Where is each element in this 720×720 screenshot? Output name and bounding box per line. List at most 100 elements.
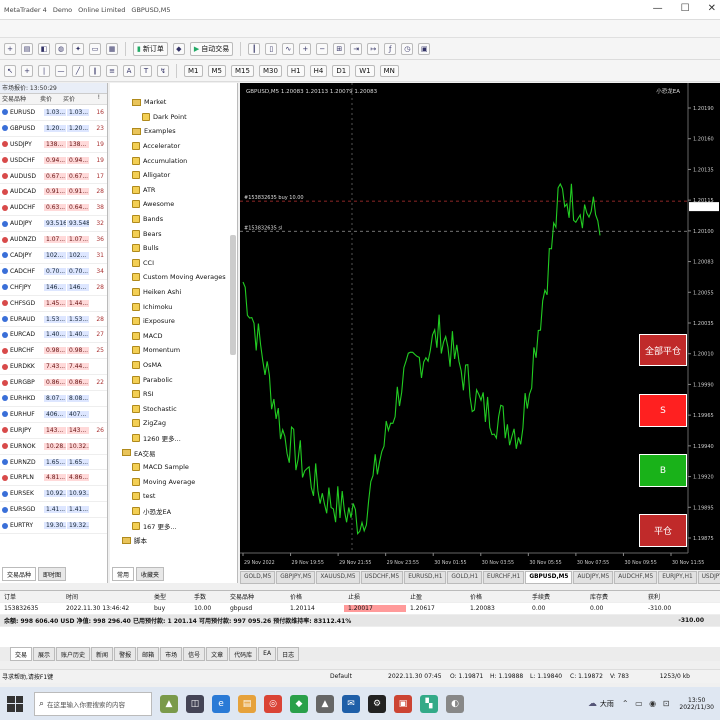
terminal-column-header[interactable]: 价格: [466, 592, 528, 601]
market-watch-row[interactable]: EURTRY 19.30...19.32...: [0, 518, 107, 535]
chart-tab[interactable]: EURUSD,H1: [404, 571, 447, 584]
navigator-item[interactable]: Accelerator: [110, 139, 237, 154]
terminal-icon[interactable]: ▭: [89, 42, 101, 55]
terminal-tab[interactable]: 市场: [160, 647, 183, 661]
close-button[interactable]: ✕: [708, 3, 716, 14]
app-icon-3[interactable]: ✉: [342, 694, 360, 713]
market-watch-row[interactable]: EURCHF 0.98... 0.98... 25: [0, 343, 107, 360]
terminal-column-header[interactable]: 手数: [190, 592, 226, 601]
chart-tab[interactable]: GOLD,H1: [447, 571, 483, 584]
profiles-icon[interactable]: ▤: [21, 42, 33, 55]
period-mn[interactable]: MN: [379, 64, 399, 77]
navigator-item[interactable]: iExposure: [110, 314, 237, 329]
zoom-out-icon[interactable]: −: [316, 42, 329, 55]
chart-tab[interactable]: GBPJPY,M5: [276, 571, 316, 584]
terminal-column-header[interactable]: 类型: [150, 592, 190, 601]
taskbar-search[interactable]: ⌕ 在这里输入你要搜索的内容: [34, 691, 152, 716]
tab-common[interactable]: 常用: [112, 567, 135, 581]
weather-widget[interactable]: ☁ 大雨: [588, 699, 614, 709]
terminal-column-header[interactable]: 交易品种: [226, 592, 286, 601]
navigator-item[interactable]: OsMA: [110, 358, 237, 373]
task-view-icon[interactable]: ◫: [186, 694, 204, 713]
terminal-column-header[interactable]: 止盈: [406, 592, 466, 601]
market-watch-row[interactable]: AUDCHF 0.63... 0.64... 38: [0, 200, 107, 217]
navigator-item[interactable]: test: [110, 489, 237, 504]
sell-button[interactable]: S: [639, 394, 687, 427]
tab-favorites[interactable]: 收藏夹: [136, 567, 165, 581]
new-order-button[interactable]: ▮ 新订单: [133, 41, 168, 56]
cursor-icon[interactable]: ↖: [4, 64, 16, 77]
minimize-button[interactable]: —: [653, 3, 663, 14]
app-icon-6[interactable]: ◐: [446, 694, 464, 713]
fibo-icon[interactable]: ≡: [106, 64, 118, 77]
tile-icon[interactable]: ⊞: [333, 42, 346, 55]
navigator-folder[interactable]: 脚本: [110, 533, 237, 548]
terminal-tab[interactable]: 信号: [183, 647, 206, 661]
market-watch-row[interactable]: CHFJPY 146... 146... 28: [0, 280, 107, 296]
market-watch-row[interactable]: CHFSGD 1.45... 1.44...: [0, 296, 107, 312]
autoscroll-icon[interactable]: ⇥: [350, 42, 363, 55]
navigator-scrollbar[interactable]: [230, 235, 236, 355]
explorer-icon[interactable]: ▤: [238, 694, 256, 713]
navigator-item[interactable]: Parabolic: [110, 372, 237, 387]
terminal-column-header[interactable]: 时间: [62, 592, 150, 601]
column-bid[interactable]: 卖价: [40, 94, 63, 104]
terminal-column-header[interactable]: 订单: [0, 592, 62, 601]
metatrader-icon[interactable]: ▚: [420, 694, 438, 713]
new-chart-icon[interactable]: +: [4, 42, 16, 55]
edge-icon[interactable]: e: [212, 694, 230, 713]
navigator-item[interactable]: Moving Average: [110, 474, 237, 489]
app-icon-5[interactable]: ▣: [394, 694, 412, 713]
arrows-icon[interactable]: ↯: [157, 64, 169, 77]
navigator-item[interactable]: ATR: [110, 183, 237, 198]
tab-ticks[interactable]: 即时图: [38, 567, 67, 581]
navigator-item[interactable]: Ichimoku: [110, 299, 237, 314]
market-watch-row[interactable]: EURPLN 4.81... 4.86...: [0, 470, 107, 487]
period-d1[interactable]: D1: [332, 64, 351, 77]
column-symbol[interactable]: 交易品种: [0, 94, 40, 104]
navigator-folder[interactable]: Examples: [110, 124, 237, 139]
period-h1[interactable]: H1: [286, 64, 305, 77]
market-watch-row[interactable]: EURHUF 406... 407...: [0, 407, 107, 423]
start-icon[interactable]: [4, 693, 26, 715]
flat-button[interactable]: 平仓: [639, 514, 687, 547]
period-h4[interactable]: H4: [309, 64, 328, 77]
market-watch-row[interactable]: EURSGD 1.41... 1.41...: [0, 502, 107, 519]
navigator-item[interactable]: Dark Point: [110, 110, 237, 125]
navigator-item[interactable]: RSI: [110, 387, 237, 402]
market-watch-row[interactable]: EURCAD 1.40... 1.40... 27: [0, 327, 107, 344]
trendline-icon[interactable]: ╱: [72, 64, 84, 77]
zoom-in-icon[interactable]: +: [299, 42, 312, 55]
horizontal-line-icon[interactable]: —: [55, 64, 67, 77]
terminal-tab[interactable]: 邮箱: [137, 647, 160, 661]
data-window-icon[interactable]: ◍: [55, 42, 67, 55]
market-watch-row[interactable]: AUDJPY 93.516 93.548 32: [0, 216, 107, 233]
navigator-folder[interactable]: Market: [110, 95, 237, 110]
terminal-tab[interactable]: 展示: [33, 647, 56, 661]
chrome-icon[interactable]: ◎: [264, 694, 282, 713]
period-m30[interactable]: M30: [258, 64, 282, 77]
bar-chart-icon[interactable]: ┃: [248, 42, 261, 55]
menu-bar[interactable]: [0, 20, 720, 38]
navigator-item[interactable]: MACD: [110, 329, 237, 344]
price-chart[interactable]: GBPUSD,M5 1.20083 1.20113 1.20079 1.2008…: [240, 83, 720, 570]
market-watch-row[interactable]: EURNZD 1.65... 1.65...: [0, 455, 107, 471]
navigator-folder[interactable]: EA交易: [110, 445, 237, 460]
autotrade-button[interactable]: ▶ 自动交易: [189, 41, 234, 56]
shift-icon[interactable]: ↦: [367, 42, 380, 55]
column-ask[interactable]: 买价: [63, 94, 86, 104]
indicators-icon[interactable]: ƒ: [384, 42, 397, 55]
terminal-tab[interactable]: 文章: [206, 647, 229, 661]
templates-icon[interactable]: ▣: [418, 42, 431, 55]
navigator-item[interactable]: Bulls: [110, 241, 237, 256]
market-watch-row[interactable]: AUDCAD 0.91... 0.91... 28: [0, 184, 107, 201]
market-watch-icon[interactable]: ◧: [38, 42, 50, 55]
clock[interactable]: 13:50 2022/11/30: [679, 697, 714, 711]
tester-icon[interactable]: ▦: [106, 42, 118, 55]
terminal-tab[interactable]: 交易: [10, 647, 33, 661]
text-icon[interactable]: A: [123, 64, 135, 77]
app-icon-1[interactable]: ◆: [290, 694, 308, 713]
market-watch-row[interactable]: EURGBP 0.86... 0.86... 22: [0, 375, 107, 392]
column-spread[interactable]: !: [86, 94, 100, 104]
market-watch-row[interactable]: USDCHF 0.94... 0.94... 19: [0, 153, 107, 169]
